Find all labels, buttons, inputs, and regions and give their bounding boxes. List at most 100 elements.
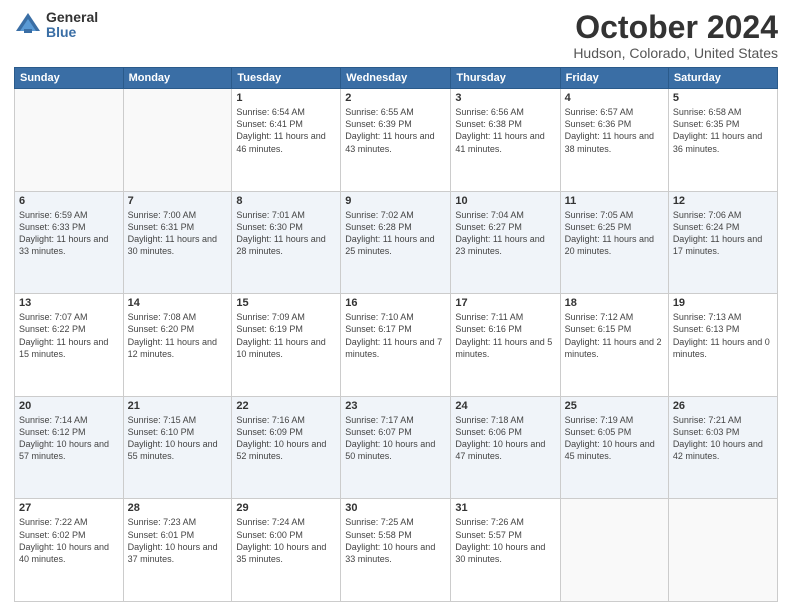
day-info: Sunrise: 7:10 AM Sunset: 6:17 PM Dayligh… (345, 311, 446, 360)
day-number: 18 (565, 297, 664, 309)
header: General Blue October 2024 Hudson, Colora… (14, 10, 778, 61)
header-row: Sunday Monday Tuesday Wednesday Thursday… (15, 68, 778, 89)
table-row: 26Sunrise: 7:21 AM Sunset: 6:03 PM Dayli… (668, 396, 777, 499)
table-row: 13 Sunrise: 7:07 AM Sunset: 6:22 PM Dayli… (15, 294, 124, 397)
table-row: 19 Sunrise: 7:13 AM Sunset: 6:13 PM Dayli… (668, 294, 777, 397)
day-number: 29 (236, 502, 336, 514)
table-row: 25 Sunrise: 7:19 AM Sunset: 6:05 PM Dayli… (560, 396, 668, 499)
table-row: 21Sunrise: 7:15 AM Sunset: 6:10 PM Dayli… (123, 396, 232, 499)
table-row: 4 Sunrise: 6:57 AM Sunset: 6:36 PM Daylig… (560, 89, 668, 192)
table-row: 7Sunrise: 7:00 AM Sunset: 6:31 PM Daylig… (123, 191, 232, 294)
table-row: 1 Sunrise: 6:54 AM Sunset: 6:41 PM Daylig… (232, 89, 341, 192)
day-info: Sunrise: 7:02 AM Sunset: 6:28 PM Dayligh… (345, 209, 446, 258)
day-info: Sunrise: 7:06 AM Sunset: 6:24 PM Dayligh… (673, 209, 773, 258)
table-row: 24 Sunrise: 7:18 AM Sunset: 6:06 PM Dayli… (451, 396, 560, 499)
day-number: 12 (673, 195, 773, 207)
subtitle: Hudson, Colorado, United States (573, 45, 778, 61)
main-title: October 2024 (573, 10, 778, 45)
calendar-week-row: 13 Sunrise: 7:07 AM Sunset: 6:22 PM Dayli… (15, 294, 778, 397)
day-number: 21 (128, 400, 228, 412)
day-number: 24 (455, 400, 555, 412)
day-number: 22 (236, 400, 336, 412)
calendar-week-row: 6 Sunrise: 6:59 AM Sunset: 6:33 PM Daylig… (15, 191, 778, 294)
calendar-week-row: 20 Sunrise: 7:14 AM Sunset: 6:12 PM Dayli… (15, 396, 778, 499)
day-number: 9 (345, 195, 446, 207)
col-thursday: Thursday (451, 68, 560, 89)
day-info: Sunrise: 7:18 AM Sunset: 6:06 PM Dayligh… (455, 414, 555, 463)
day-info: Sunrise: 7:01 AM Sunset: 6:30 PM Dayligh… (236, 209, 336, 258)
table-row (123, 89, 232, 192)
table-row: 6 Sunrise: 6:59 AM Sunset: 6:33 PM Daylig… (15, 191, 124, 294)
day-info: Sunrise: 7:04 AM Sunset: 6:27 PM Dayligh… (455, 209, 555, 258)
day-info: Sunrise: 6:56 AM Sunset: 6:38 PM Dayligh… (455, 106, 555, 155)
day-info: Sunrise: 7:05 AM Sunset: 6:25 PM Dayligh… (565, 209, 664, 258)
logo-blue-text: Blue (46, 25, 98, 40)
day-number: 23 (345, 400, 446, 412)
day-number: 28 (128, 502, 228, 514)
table-row (560, 499, 668, 602)
table-row: 2Sunrise: 6:55 AM Sunset: 6:39 PM Daylig… (341, 89, 451, 192)
day-info: Sunrise: 7:24 AM Sunset: 6:00 PM Dayligh… (236, 516, 336, 565)
day-number: 5 (673, 92, 773, 104)
day-info: Sunrise: 7:22 AM Sunset: 6:02 PM Dayligh… (19, 516, 119, 565)
day-info: Sunrise: 7:13 AM Sunset: 6:13 PM Dayligh… (673, 311, 773, 360)
col-friday: Friday (560, 68, 668, 89)
day-number: 3 (455, 92, 555, 104)
day-info: Sunrise: 7:14 AM Sunset: 6:12 PM Dayligh… (19, 414, 119, 463)
day-number: 30 (345, 502, 446, 514)
table-row: 15 Sunrise: 7:09 AM Sunset: 6:19 PM Dayli… (232, 294, 341, 397)
day-number: 31 (455, 502, 555, 514)
day-info: Sunrise: 7:19 AM Sunset: 6:05 PM Dayligh… (565, 414, 664, 463)
table-row: 14 Sunrise: 7:08 AM Sunset: 6:20 PM Dayli… (123, 294, 232, 397)
table-row: 11 Sunrise: 7:05 AM Sunset: 6:25 PM Dayli… (560, 191, 668, 294)
day-number: 8 (236, 195, 336, 207)
day-info: Sunrise: 6:57 AM Sunset: 6:36 PM Dayligh… (565, 106, 664, 155)
day-number: 11 (565, 195, 664, 207)
table-row: 30Sunrise: 7:25 AM Sunset: 5:58 PM Dayli… (341, 499, 451, 602)
day-number: 7 (128, 195, 228, 207)
day-number: 1 (236, 92, 336, 104)
day-info: Sunrise: 6:54 AM Sunset: 6:41 PM Dayligh… (236, 106, 336, 155)
day-number: 6 (19, 195, 119, 207)
calendar-table: Sunday Monday Tuesday Wednesday Thursday… (14, 67, 778, 602)
day-info: Sunrise: 7:26 AM Sunset: 5:57 PM Dayligh… (455, 516, 555, 565)
day-number: 26 (673, 400, 773, 412)
table-row (668, 499, 777, 602)
table-row: 17 Sunrise: 7:11 AM Sunset: 6:16 PM Dayli… (451, 294, 560, 397)
day-number: 20 (19, 400, 119, 412)
table-row: 5 Sunrise: 6:58 AM Sunset: 6:35 PM Daylig… (668, 89, 777, 192)
table-row: 10 Sunrise: 7:04 AM Sunset: 6:27 PM Dayli… (451, 191, 560, 294)
col-monday: Monday (123, 68, 232, 89)
table-row: 29 Sunrise: 7:24 AM Sunset: 6:00 PM Dayli… (232, 499, 341, 602)
day-number: 25 (565, 400, 664, 412)
table-row: 12 Sunrise: 7:06 AM Sunset: 6:24 PM Dayli… (668, 191, 777, 294)
day-info: Sunrise: 6:58 AM Sunset: 6:35 PM Dayligh… (673, 106, 773, 155)
day-number: 14 (128, 297, 228, 309)
table-row: 9 Sunrise: 7:02 AM Sunset: 6:28 PM Daylig… (341, 191, 451, 294)
logo: General Blue (14, 10, 98, 41)
day-number: 17 (455, 297, 555, 309)
table-row: 8 Sunrise: 7:01 AM Sunset: 6:30 PM Daylig… (232, 191, 341, 294)
logo-general-text: General (46, 10, 98, 25)
day-number: 15 (236, 297, 336, 309)
col-saturday: Saturday (668, 68, 777, 89)
day-info: Sunrise: 7:07 AM Sunset: 6:22 PM Dayligh… (19, 311, 119, 360)
table-row: 22Sunrise: 7:16 AM Sunset: 6:09 PM Dayli… (232, 396, 341, 499)
table-row (15, 89, 124, 192)
day-info: Sunrise: 7:23 AM Sunset: 6:01 PM Dayligh… (128, 516, 228, 565)
day-number: 16 (345, 297, 446, 309)
table-row: 28 Sunrise: 7:23 AM Sunset: 6:01 PM Dayli… (123, 499, 232, 602)
day-number: 13 (19, 297, 119, 309)
day-number: 19 (673, 297, 773, 309)
day-info: Sunrise: 7:08 AM Sunset: 6:20 PM Dayligh… (128, 311, 228, 360)
day-info: Sunrise: 7:11 AM Sunset: 6:16 PM Dayligh… (455, 311, 555, 360)
day-number: 4 (565, 92, 664, 104)
col-wednesday: Wednesday (341, 68, 451, 89)
table-row: 31 Sunrise: 7:26 AM Sunset: 5:57 PM Dayli… (451, 499, 560, 602)
day-number: 2 (345, 92, 446, 104)
day-info: Sunrise: 7:09 AM Sunset: 6:19 PM Dayligh… (236, 311, 336, 360)
table-row: 3 Sunrise: 6:56 AM Sunset: 6:38 PM Daylig… (451, 89, 560, 192)
day-number: 10 (455, 195, 555, 207)
day-info: Sunrise: 6:59 AM Sunset: 6:33 PM Dayligh… (19, 209, 119, 258)
col-sunday: Sunday (15, 68, 124, 89)
